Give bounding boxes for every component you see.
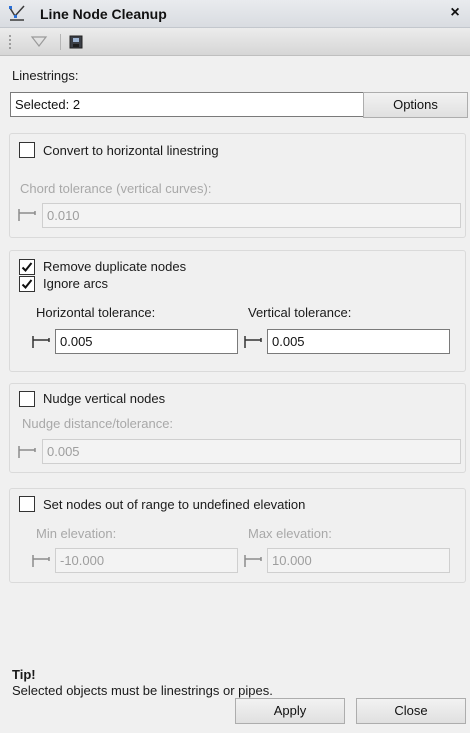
nudge-distance-field[interactable]: 0.005: [42, 439, 461, 464]
set-undefined-elevation-checkbox[interactable]: [19, 496, 35, 512]
title-bar: Line Node Cleanup ×: [0, 0, 470, 28]
max-elevation-label: Max elevation:: [248, 526, 332, 541]
ruler-icon: [32, 555, 50, 567]
min-elevation-label: Min elevation:: [36, 526, 117, 541]
horizontal-tolerance-label: Horizontal tolerance:: [36, 305, 156, 320]
window-title: Line Node Cleanup: [40, 6, 167, 22]
nudge-distance-label: Nudge distance/tolerance:: [22, 416, 174, 431]
checkmark-icon: [21, 262, 33, 272]
vertical-tolerance-field[interactable]: 0.005: [267, 329, 450, 354]
ruler-icon: [32, 336, 50, 348]
ruler-icon: [18, 446, 36, 458]
ruler-icon: [244, 336, 262, 348]
toolbar-grip: [8, 34, 12, 50]
apply-button[interactable]: Apply: [235, 698, 345, 724]
close-button[interactable]: Close: [356, 698, 466, 724]
remove-duplicate-checkbox[interactable]: [19, 259, 35, 275]
nudge-vertical-checkbox[interactable]: [19, 391, 35, 407]
convert-horizontal-checkbox[interactable]: [19, 142, 35, 158]
convert-horizontal-label: Convert to horizontal linestring: [43, 143, 219, 158]
tip-heading: Tip!: [12, 667, 36, 682]
checkmark-icon: [21, 279, 33, 289]
nudge-vertical-label: Nudge vertical nodes: [43, 391, 166, 406]
tip-text: Selected objects must be linestrings or …: [12, 683, 273, 698]
vertical-tolerance-label: Vertical tolerance:: [248, 305, 352, 320]
close-icon[interactable]: ×: [446, 3, 464, 23]
chord-tolerance-label: Chord tolerance (vertical curves):: [20, 181, 212, 196]
remove-duplicate-label: Remove duplicate nodes: [43, 259, 187, 274]
toolbar-separator: [60, 34, 61, 50]
horizontal-tolerance-field[interactable]: 0.005: [55, 329, 238, 354]
funnel-icon[interactable]: [30, 33, 48, 51]
ruler-icon: [18, 209, 36, 221]
linestrings-label: Linestrings:: [12, 68, 79, 83]
set-undefined-elevation-label: Set nodes out of range to undefined elev…: [43, 497, 306, 512]
min-elevation-field[interactable]: -10.000: [55, 548, 238, 573]
ignore-arcs-label: Ignore arcs: [43, 276, 109, 291]
max-elevation-field[interactable]: 10.000: [267, 548, 450, 573]
options-button[interactable]: Options: [363, 92, 468, 118]
linestrings-selection-field[interactable]: Selected: 2: [10, 92, 364, 117]
line-node-cleanup-icon: [9, 5, 25, 21]
chord-tolerance-field[interactable]: 0.010: [42, 203, 461, 228]
ruler-icon: [244, 555, 262, 567]
toolbar: [0, 28, 470, 56]
save-icon[interactable]: [67, 33, 85, 51]
ignore-arcs-checkbox[interactable]: [19, 276, 35, 292]
